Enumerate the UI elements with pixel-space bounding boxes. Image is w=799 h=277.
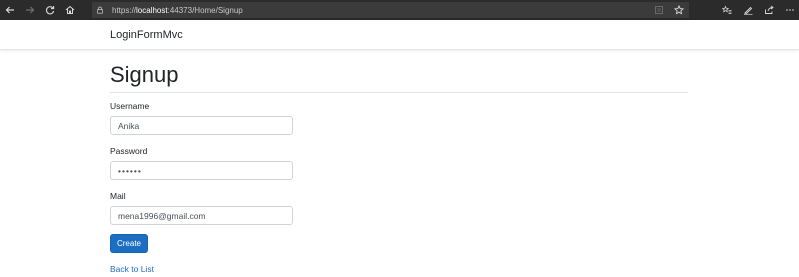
password-input[interactable] xyxy=(110,161,293,180)
page-title: Signup xyxy=(110,62,179,87)
refresh-icon[interactable] xyxy=(40,0,60,20)
mail-input[interactable] xyxy=(110,206,293,225)
mail-group: Mail xyxy=(110,191,293,225)
address-url: https://localhost:44373/Home/Signup xyxy=(112,6,243,15)
main-content: Signup Username Password Mail Create Bac… xyxy=(110,50,688,274)
url-path: :44373/Home/Signup xyxy=(167,5,243,15)
back-icon[interactable] xyxy=(0,0,20,20)
username-label: Username xyxy=(110,101,150,111)
more-icon[interactable] xyxy=(779,0,799,20)
password-label: Password xyxy=(110,146,148,156)
address-bar[interactable]: https://localhost:44373/Home/Signup xyxy=(92,2,689,18)
forward-icon[interactable] xyxy=(20,0,40,20)
navbar-brand[interactable]: LoginFormMvc xyxy=(110,29,183,41)
create-button[interactable]: Create xyxy=(110,234,148,253)
mail-label: Mail xyxy=(110,191,126,201)
url-host: localhost xyxy=(136,5,168,15)
browser-toolbar: https://localhost:44373/Home/Signup xyxy=(0,0,799,20)
pen-icon[interactable] xyxy=(737,0,758,20)
site-navbar: LoginFormMvc xyxy=(0,20,799,50)
favorites-hub-icon[interactable] xyxy=(716,0,737,20)
reading-view-icon[interactable] xyxy=(653,5,665,15)
username-input[interactable] xyxy=(110,116,293,135)
title-divider xyxy=(110,92,688,93)
share-icon[interactable] xyxy=(758,0,779,20)
favorite-star-icon[interactable] xyxy=(673,5,685,15)
home-icon[interactable] xyxy=(60,0,80,20)
password-group: Password xyxy=(110,146,293,180)
username-group: Username xyxy=(110,101,293,135)
url-scheme: https:// xyxy=(112,5,137,15)
back-to-list-link[interactable]: Back to List xyxy=(110,264,154,274)
lock-icon xyxy=(96,5,106,15)
